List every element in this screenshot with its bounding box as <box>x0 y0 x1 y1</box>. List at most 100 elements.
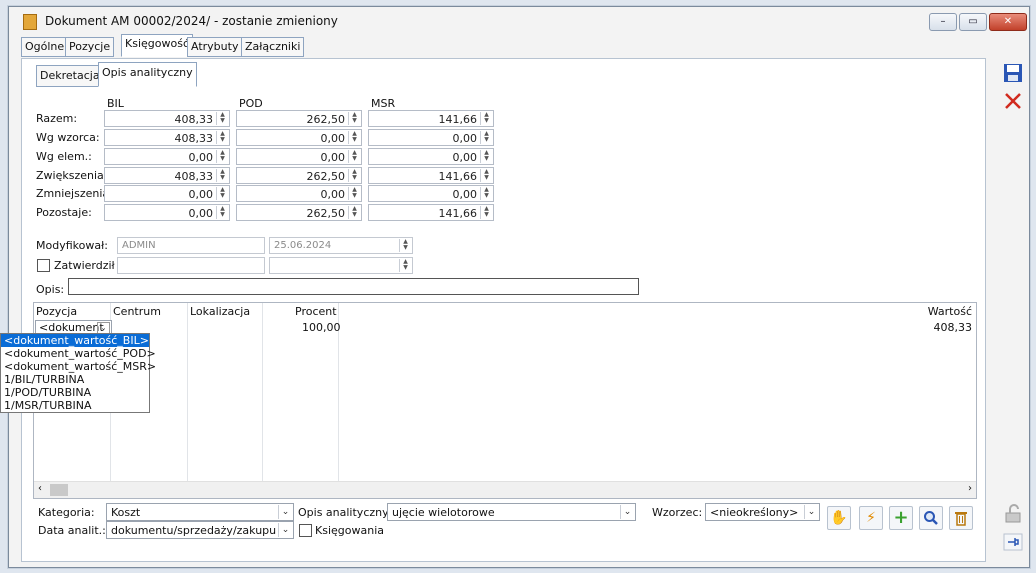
chevron-down-icon[interactable]: ⌄ <box>804 505 818 519</box>
spin-icon[interactable]: ▲ ▼ <box>348 169 360 182</box>
minimize-button[interactable]: – <box>929 13 957 31</box>
dropdown-item[interactable]: 1/POD/TURBINA <box>1 386 149 399</box>
spin-icon[interactable]: ▲ ▼ <box>348 112 360 125</box>
summary-value-field[interactable]: 141,66 ▲ ▼ <box>368 204 494 221</box>
summary-value-field[interactable]: 262,50 ▲ ▼ <box>236 167 362 184</box>
approved-date-field[interactable]: ▲ ▼ <box>269 257 413 274</box>
spin-icon[interactable]: ▲ ▼ <box>348 150 360 163</box>
spin-icon[interactable]: ▲ ▼ <box>480 169 492 182</box>
approved-by-field[interactable] <box>117 257 265 274</box>
spin-icon[interactable]: ▲ ▼ <box>399 239 411 252</box>
approved-checkbox[interactable] <box>37 259 50 272</box>
summary-row-label: Wg wzorca: <box>36 131 100 144</box>
ksiegowania-checkbox[interactable] <box>299 524 312 537</box>
maximize-button[interactable]: ▭ <box>959 13 987 31</box>
spin-icon[interactable]: ▲ ▼ <box>216 150 228 163</box>
spin-icon[interactable]: ▲ ▼ <box>480 206 492 219</box>
search-icon[interactable] <box>919 506 943 530</box>
summary-value-field[interactable]: 0,00 ▲ ▼ <box>368 129 494 146</box>
summary-value-field[interactable]: 0,00 ▲ ▼ <box>368 185 494 202</box>
summary-value: 0,00 <box>452 151 478 164</box>
spin-icon[interactable]: ▲ ▼ <box>216 187 228 200</box>
lock-icon[interactable] <box>1001 504 1025 526</box>
summary-value-field[interactable]: 408,33 ▲ ▼ <box>104 167 230 184</box>
spin-icon[interactable]: ▲ ▼ <box>348 187 360 200</box>
close-window-button[interactable]: ✕ <box>989 13 1027 31</box>
tab-ogolne[interactable]: Ogólne <box>21 37 69 57</box>
spin-icon[interactable]: ▲ ▼ <box>480 112 492 125</box>
summary-value-field[interactable]: 141,66 ▲ ▼ <box>368 167 494 184</box>
dropdown-item[interactable]: <dokument_wartość_POD> <box>1 347 156 360</box>
tab-zalaczniki[interactable]: Załączniki <box>241 37 305 57</box>
dropdown-item[interactable]: 1/MSR/TURBINA <box>1 399 149 412</box>
lightning-icon[interactable]: ⚡ <box>859 506 883 530</box>
ksiegowania-label: Księgowania <box>315 524 384 537</box>
dropdown-item[interactable]: <dokument_wartość_MSR> <box>1 360 156 373</box>
wzorzec-select[interactable]: <nieokreślony> ⌄ <box>705 503 820 521</box>
chevron-down-icon[interactable]: ⌄ <box>278 523 292 537</box>
data-analit-label: Data analit.: <box>38 524 106 537</box>
tab-ksiegowosc[interactable]: Księgowość <box>121 34 193 57</box>
dropdown-item[interactable]: 1/BIL/TURBINA <box>1 373 149 386</box>
dropdown-item[interactable]: <dokument_wartość_BIL> <box>1 334 149 347</box>
summary-value: 0,00 <box>320 151 346 164</box>
summary-row-label: Razem: <box>36 112 78 125</box>
summary-value-field[interactable]: 0,00 ▲ ▼ <box>368 148 494 165</box>
chevron-down-icon[interactable]: ⌄ <box>278 505 292 519</box>
trash-icon[interactable] <box>949 506 973 530</box>
subtab-opis-analityczny[interactable]: Opis analityczny <box>98 62 197 87</box>
grid-header-pozycja: Pozycja <box>36 305 78 318</box>
spin-icon[interactable]: ▲ ▼ <box>216 112 228 125</box>
hand-icon[interactable]: ✋ <box>827 506 851 530</box>
cancel-icon[interactable] <box>1001 91 1025 113</box>
horizontal-scrollbar[interactable]: ‹ › <box>34 481 976 498</box>
summary-value: 0,00 <box>320 188 346 201</box>
data-analit-select[interactable]: dokumentu/sprzedaży/zakupu ⌄ <box>106 521 294 539</box>
scroll-thumb[interactable] <box>50 484 68 496</box>
pin-icon[interactable] <box>1001 532 1025 554</box>
add-icon[interactable]: + <box>889 506 913 530</box>
kategoria-select[interactable]: Koszt ⌄ <box>106 503 294 521</box>
spin-icon[interactable]: ▲ ▼ <box>480 131 492 144</box>
spin-icon[interactable]: ▲ ▼ <box>480 187 492 200</box>
scroll-right-icon[interactable]: › <box>968 483 972 494</box>
summary-value-field[interactable]: 0,00 ▲ ▼ <box>104 185 230 202</box>
chevron-down-icon[interactable]: ⌄ <box>620 505 634 519</box>
spin-icon[interactable]: ▲ ▼ <box>216 131 228 144</box>
summary-value-field[interactable]: 262,50 ▲ ▼ <box>236 110 362 127</box>
opis-analityczny-select[interactable]: ujęcie wielotorowe ⌄ <box>387 503 636 521</box>
summary-value-field[interactable]: 0,00 ▲ ▼ <box>236 148 362 165</box>
spin-icon[interactable]: ▲ ▼ <box>348 131 360 144</box>
row-procent: 100,00 <box>302 321 341 334</box>
summary-value: 141,66 <box>438 207 478 220</box>
summary-value-field[interactable]: 0,00 ▲ ▼ <box>236 185 362 202</box>
tab-pozycje[interactable]: Pozycje <box>65 37 115 57</box>
save-icon[interactable] <box>1001 63 1025 85</box>
opis-analityczny-label: Opis analityczny: <box>298 506 392 519</box>
summary-row-label: Wg elem.: <box>36 150 92 163</box>
summary-value-field[interactable]: 408,33 ▲ ▼ <box>104 110 230 127</box>
spin-icon[interactable]: ▲ ▼ <box>348 206 360 219</box>
summary-value-field[interactable]: 0,00 ▲ ▼ <box>236 129 362 146</box>
grid-header-lokalizacja: Lokalizacja <box>190 305 251 318</box>
opis-label: Opis: <box>36 283 65 296</box>
summary-value-field[interactable]: 141,66 ▲ ▼ <box>368 110 494 127</box>
subtab-dekretacja[interactable]: Dekretacja <box>36 65 104 87</box>
spin-icon[interactable]: ▲ ▼ <box>399 259 411 272</box>
summary-value-field[interactable]: 0,00 ▲ ▼ <box>104 148 230 165</box>
analytic-grid: Pozycja Centrum Lokalizacja Procent Wart… <box>33 302 977 499</box>
spin-icon[interactable]: ▲ ▼ <box>216 169 228 182</box>
tab-atrybuty[interactable]: Atrybuty <box>187 37 243 57</box>
opis-input[interactable] <box>68 278 639 295</box>
spin-icon[interactable]: ▲ ▼ <box>216 206 228 219</box>
modified-label: Modyfikował: <box>36 239 108 252</box>
summary-value: 262,50 <box>306 113 346 126</box>
summary-value: 0,00 <box>188 151 214 164</box>
summary-value-field[interactable]: 0,00 ▲ ▼ <box>104 204 230 221</box>
modified-date-field[interactable]: 25.06.2024 ▲ ▼ <box>269 237 413 254</box>
scroll-left-icon[interactable]: ‹ <box>38 483 42 494</box>
grid-col-lokalizacja <box>188 303 263 484</box>
summary-value-field[interactable]: 262,50 ▲ ▼ <box>236 204 362 221</box>
spin-icon[interactable]: ▲ ▼ <box>480 150 492 163</box>
summary-value-field[interactable]: 408,33 ▲ ▼ <box>104 129 230 146</box>
